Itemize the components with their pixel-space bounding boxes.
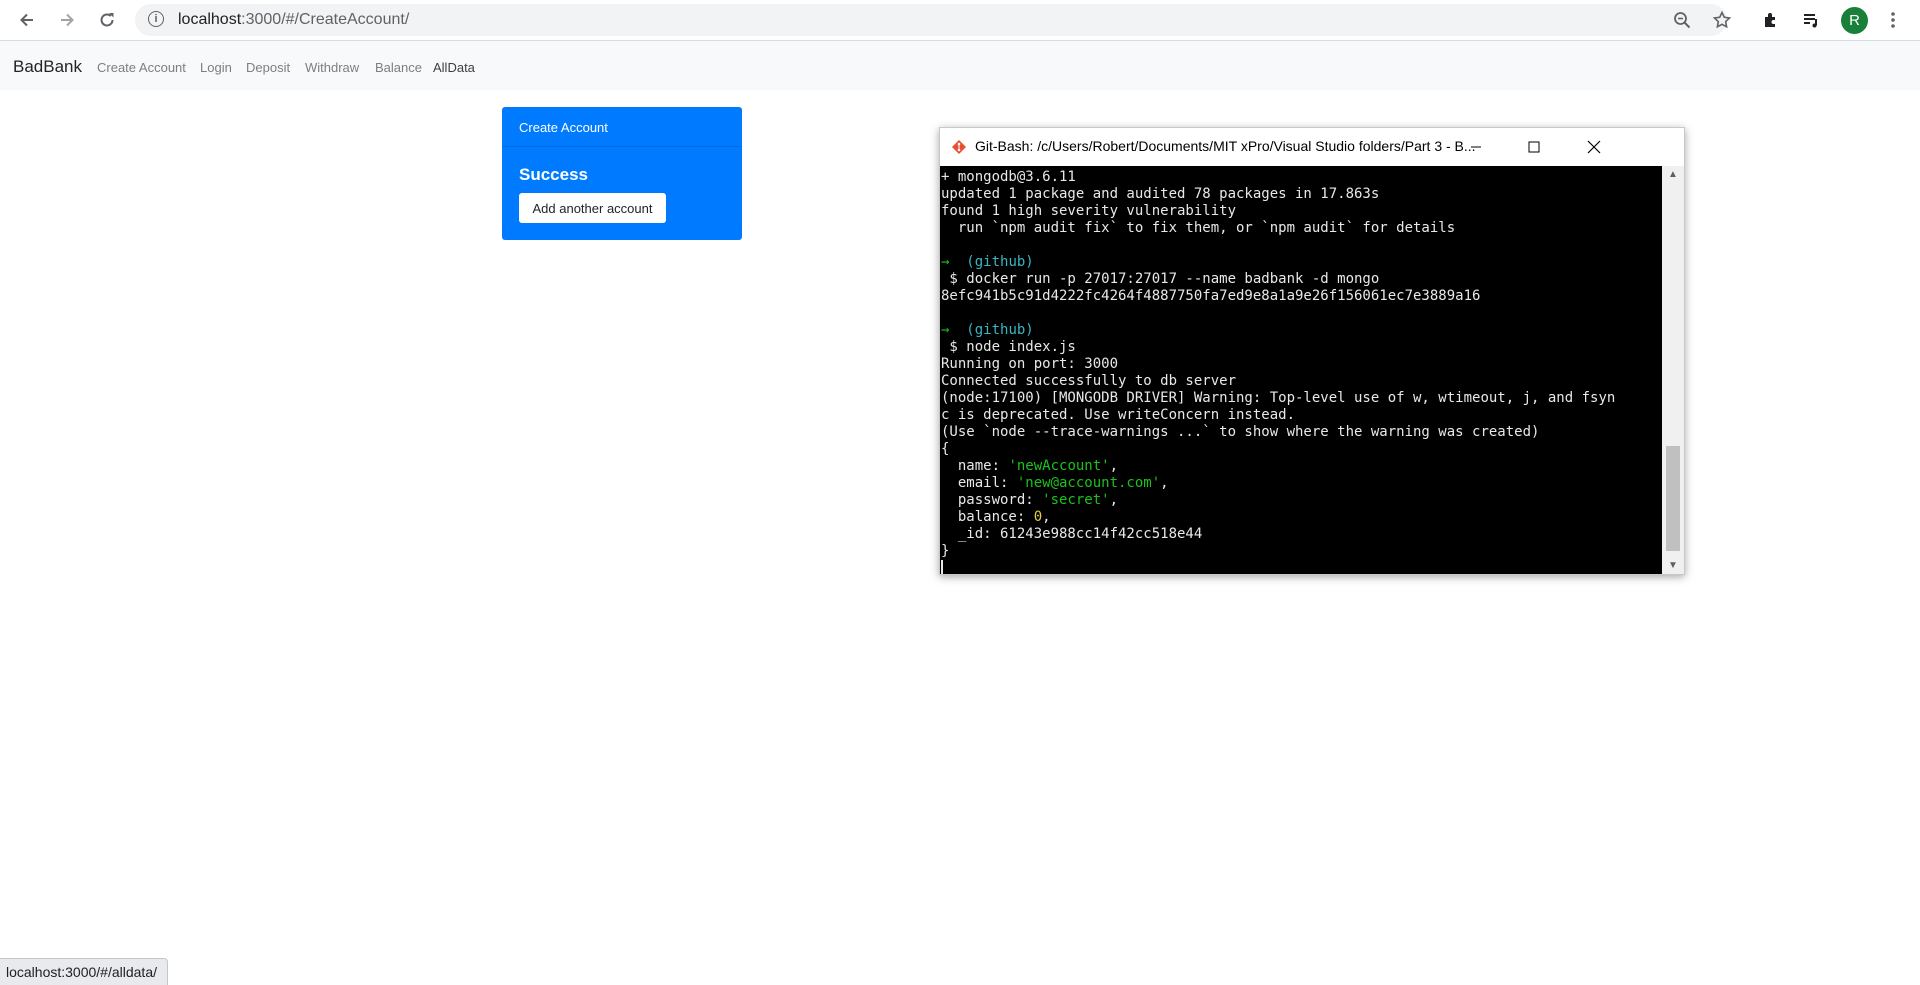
url-text[interactable]: localhost:3000/#/CreateAccount/ [178,11,409,29]
link-status-bubble: localhost:3000/#/alldata/ [0,958,168,985]
terminal-line: → (github) [941,322,1034,338]
terminal-title-bar[interactable]: Git-Bash: /c/Users/Robert/Documents/MIT … [940,128,1684,166]
terminal-line: password: 'secret', [941,492,1119,508]
minimize-icon[interactable] [1447,128,1505,166]
create-account-card: Create Account Success Add another accou… [502,107,742,240]
nav-link-create-account[interactable]: Create Account [97,60,186,75]
git-logo-icon [952,140,966,154]
scroll-down-icon[interactable]: ▼ [1662,557,1684,574]
terminal-line: → (github) [941,254,1034,270]
terminal-line: 8efc941b5c91d4222fc4264f4887750fa7ed9e8a… [941,288,1481,304]
terminal-line: updated 1 package and audited 78 package… [941,186,1380,202]
kebab-menu-icon[interactable] [1877,4,1909,36]
terminal-line: c is deprecated. Use writeConcern instea… [941,407,1296,423]
card-title: Success [519,165,588,184]
terminal-title-text: Git-Bash: /c/Users/Robert/Documents/MIT … [975,138,1476,154]
reload-icon[interactable] [91,4,123,36]
terminal-cursor [941,560,943,574]
maximize-icon[interactable] [1505,128,1563,166]
terminal-line: Connected successfully to db server [941,373,1237,389]
forward-icon[interactable] [51,4,83,36]
media-playlist-icon[interactable] [1795,4,1827,36]
terminal-line: $ node index.js [941,339,1076,355]
card-header: Create Account [502,107,742,147]
terminal-line: Running on port: 3000 [941,356,1119,372]
add-another-account-button[interactable]: Add another account [519,193,666,223]
navbar-brand[interactable]: BadBank [13,57,82,77]
nav-link-withdraw[interactable]: Withdraw [305,60,359,75]
terminal-line: { [941,441,950,457]
nav-link-alldata[interactable]: AllData [433,60,475,75]
git-bash-window: Git-Bash: /c/Users/Robert/Documents/MIT … [939,127,1685,575]
terminal-line: balance: 0, [941,509,1051,525]
terminal-line: email: 'new@account.com', [941,475,1169,491]
profile-avatar[interactable]: R [1841,7,1868,34]
app-navbar: BadBank Create Account Login Deposit Wit… [0,41,1920,90]
site-info-icon[interactable]: i [148,11,164,27]
terminal-output[interactable]: + mongodb@3.6.11 updated 1 package and a… [940,166,1662,574]
zoom-icon[interactable] [1670,8,1694,32]
terminal-line: (node:17100) [MONGODB DRIVER] Warning: T… [941,390,1616,406]
extensions-icon[interactable] [1755,4,1787,36]
terminal-line: found 1 high severity vulnerability [941,203,1237,219]
close-icon[interactable] [1565,128,1623,166]
terminal-line: name: 'newAccount', [941,458,1119,474]
terminal-line: } [941,543,950,559]
scroll-thumb[interactable] [1666,446,1680,551]
nav-link-deposit[interactable]: Deposit [246,60,290,75]
terminal-line: _id: 61243e988cc14f42cc518e44 [941,526,1203,542]
nav-link-balance[interactable]: Balance [375,60,422,75]
terminal-line: + mongodb@3.6.11 [941,169,1076,185]
bookmark-star-icon[interactable] [1710,8,1734,32]
address-bar[interactable]: i localhost:3000/#/CreateAccount/ [135,4,1732,36]
terminal-text: + mongodb@3.6.11 updated 1 package and a… [940,166,1662,574]
back-icon[interactable] [11,4,43,36]
scroll-up-icon[interactable]: ▲ [1662,166,1684,183]
terminal-scrollbar[interactable]: ▲ ▼ [1662,166,1684,574]
terminal-line: run `npm audit fix` to fix them, or `npm… [941,220,1456,236]
terminal-line: (Use `node --trace-warnings ...` to show… [941,424,1540,440]
nav-link-login[interactable]: Login [200,60,232,75]
terminal-line: $ docker run -p 27017:27017 --name badba… [941,271,1380,287]
browser-toolbar: i localhost:3000/#/CreateAccount/ R [0,0,1920,41]
